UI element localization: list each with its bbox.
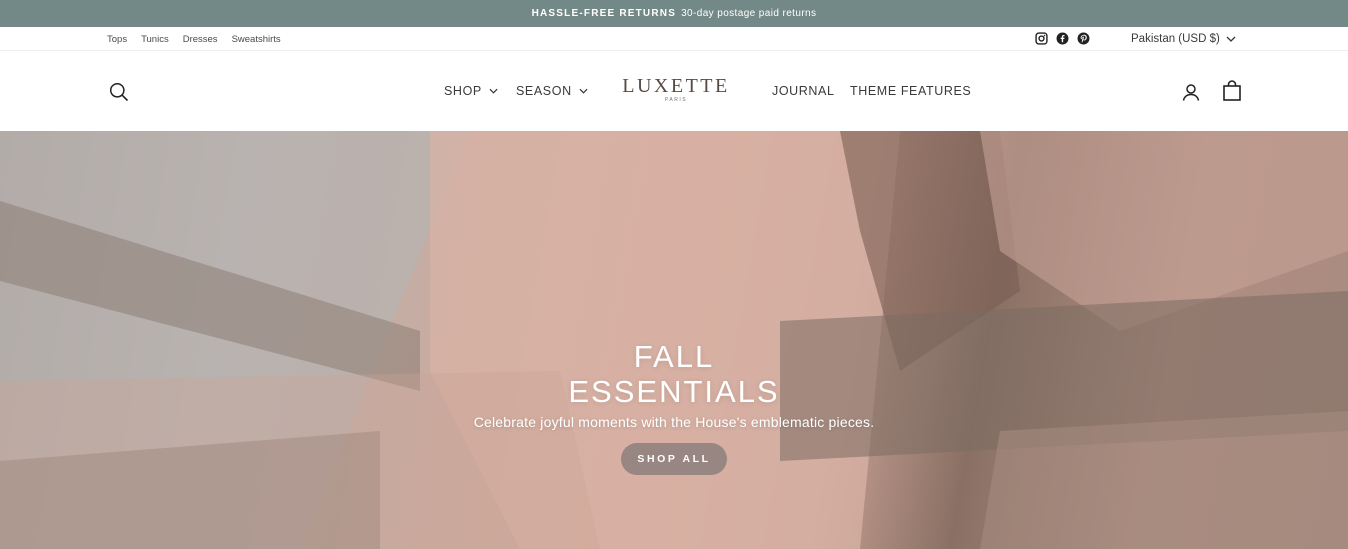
currency-selector[interactable]: Pakistan (USD $) — [1131, 27, 1236, 51]
announcement-bar: HASSLE-FREE RETURNS 30-day postage paid … — [0, 0, 1348, 27]
hero-subtitle: Celebrate joyful moments with the House'… — [473, 414, 875, 430]
utility-bar: Tops Tunics Dresses Sweatshirts Pakistan… — [0, 27, 1348, 51]
site-logo[interactable]: LUXETTE PARIS — [620, 75, 732, 103]
hero-title-line1: FALL — [633, 339, 715, 374]
utility-link-tunics[interactable]: Tunics — [141, 34, 169, 45]
currency-label: Pakistan (USD $) — [1131, 33, 1220, 45]
search-icon[interactable] — [109, 82, 129, 102]
logo-subtitle: PARIS — [664, 97, 688, 103]
hero-title: FALL ESSENTIALS — [0, 339, 1348, 409]
hero-title-line2: ESSENTIALS — [568, 374, 780, 409]
cart-icon[interactable] — [1222, 80, 1242, 102]
logo-wordmark: LUXETTE — [622, 75, 730, 97]
chevron-down-icon — [489, 88, 498, 94]
chevron-down-icon — [1226, 36, 1236, 42]
hero-banner: FALL ESSENTIALS Celebrate joyful moments… — [0, 131, 1348, 549]
site-header: SHOP SEASON LUXETTE PARIS JOURNAL THEME … — [0, 51, 1348, 131]
utility-link-sweatshirts[interactable]: Sweatshirts — [232, 34, 281, 45]
announcement-highlight: HASSLE-FREE RETURNS — [531, 8, 677, 19]
announcement-text: 30-day postage paid returns — [681, 8, 817, 19]
utility-link-tops[interactable]: Tops — [107, 34, 127, 45]
hero-content: FALL ESSENTIALS Celebrate joyful moments… — [0, 339, 1348, 475]
nav-shop[interactable]: SHOP — [444, 81, 498, 101]
chevron-down-icon — [579, 88, 588, 94]
pinterest-icon[interactable] — [1077, 32, 1091, 46]
facebook-icon[interactable] — [1056, 32, 1070, 46]
shop-all-button[interactable]: SHOP ALL — [621, 443, 727, 475]
account-icon[interactable] — [1181, 82, 1201, 102]
nav-theme-features[interactable]: THEME FEATURES — [850, 81, 971, 101]
nav-journal-label: JOURNAL — [772, 84, 835, 98]
nav-journal[interactable]: JOURNAL — [772, 81, 835, 101]
nav-shop-label: SHOP — [444, 84, 482, 98]
nav-season[interactable]: SEASON — [516, 81, 588, 101]
nav-season-label: SEASON — [516, 84, 572, 98]
utility-link-dresses[interactable]: Dresses — [183, 34, 218, 45]
utility-links: Tops Tunics Dresses Sweatshirts — [107, 27, 295, 51]
instagram-icon[interactable] — [1035, 32, 1049, 46]
nav-theme-features-label: THEME FEATURES — [850, 84, 972, 98]
social-links — [1035, 32, 1091, 46]
